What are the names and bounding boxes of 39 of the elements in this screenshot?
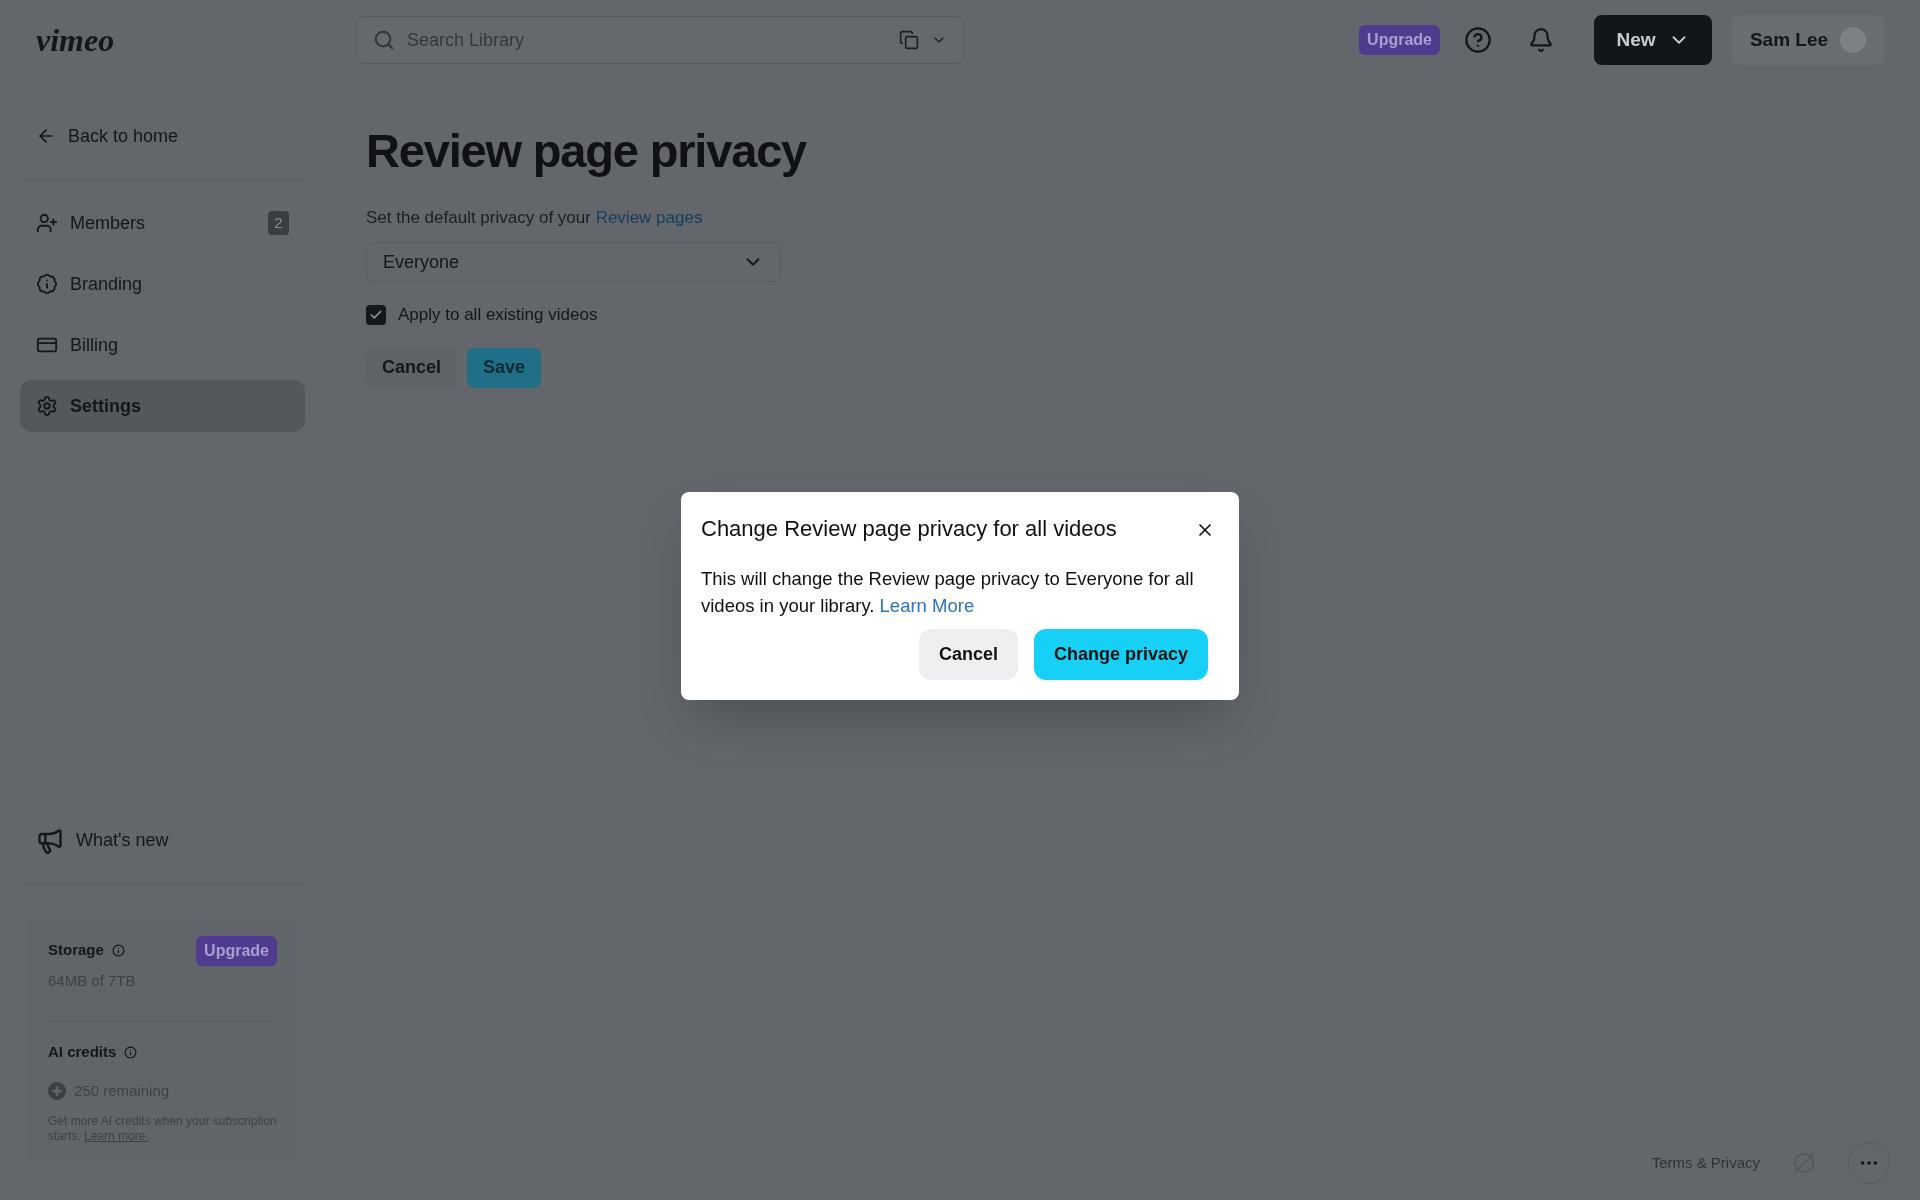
check-icon xyxy=(369,308,383,322)
sparkle-icon xyxy=(48,1081,66,1100)
review-pages-link[interactable]: Review pages xyxy=(595,207,703,227)
info-icon[interactable] xyxy=(124,1045,138,1059)
dialog-message: This will change the Review page privacy to Everyone for all videos in your library. Learn More xyxy=(701,567,1195,618)
badge-icon xyxy=(36,273,58,295)
search-icon xyxy=(373,29,395,51)
page-title: Review page privacy xyxy=(366,123,808,179)
storage-title: Storage xyxy=(48,940,104,961)
person-plus-icon xyxy=(36,212,58,234)
new-button[interactable]: New xyxy=(1594,15,1712,65)
sidebar-item[interactable]: Members 2 xyxy=(20,197,305,249)
upgrade-button[interactable]: Upgrade xyxy=(1359,25,1440,55)
ai-credits-title: AI credits xyxy=(48,1042,117,1062)
help-icon[interactable] xyxy=(1464,26,1492,54)
change-privacy-button[interactable]: Change privacy xyxy=(1033,629,1208,680)
privacy-select[interactable]: Everyone xyxy=(366,242,781,283)
copy-icon[interactable] xyxy=(899,30,919,50)
megaphone-icon xyxy=(36,826,64,855)
settings-icon xyxy=(36,395,58,417)
learn-more-link[interactable]: Learn More xyxy=(879,595,975,616)
whats-new-link[interactable]: What's new xyxy=(20,814,305,867)
back-link[interactable]: Back to home xyxy=(20,108,305,164)
user-menu-button[interactable]: Sam Lee xyxy=(1732,15,1884,65)
logo[interactable]: vimeo xyxy=(36,16,356,64)
cancel-button[interactable]: Cancel xyxy=(366,347,458,388)
sidebar-item[interactable]: Settings xyxy=(20,380,305,432)
dialog-title: Change Review page privacy for all videos xyxy=(701,515,1117,543)
upgrade-button[interactable]: Upgrade xyxy=(196,935,277,966)
info-icon[interactable] xyxy=(111,944,125,957)
checkbox-label: Apply to all existing videos xyxy=(398,304,598,327)
bell-icon[interactable] xyxy=(1528,27,1554,53)
cancel-button[interactable]: Cancel xyxy=(918,629,1018,680)
sidebar-item[interactable]: Branding xyxy=(20,258,305,310)
sidebar-item[interactable]: Billing xyxy=(20,319,305,371)
save-button[interactable]: Save xyxy=(467,347,542,388)
description: Set the default privacy of your Review pages xyxy=(366,206,704,229)
count-badge: 2 xyxy=(268,211,289,235)
checkbox[interactable] xyxy=(366,305,386,325)
